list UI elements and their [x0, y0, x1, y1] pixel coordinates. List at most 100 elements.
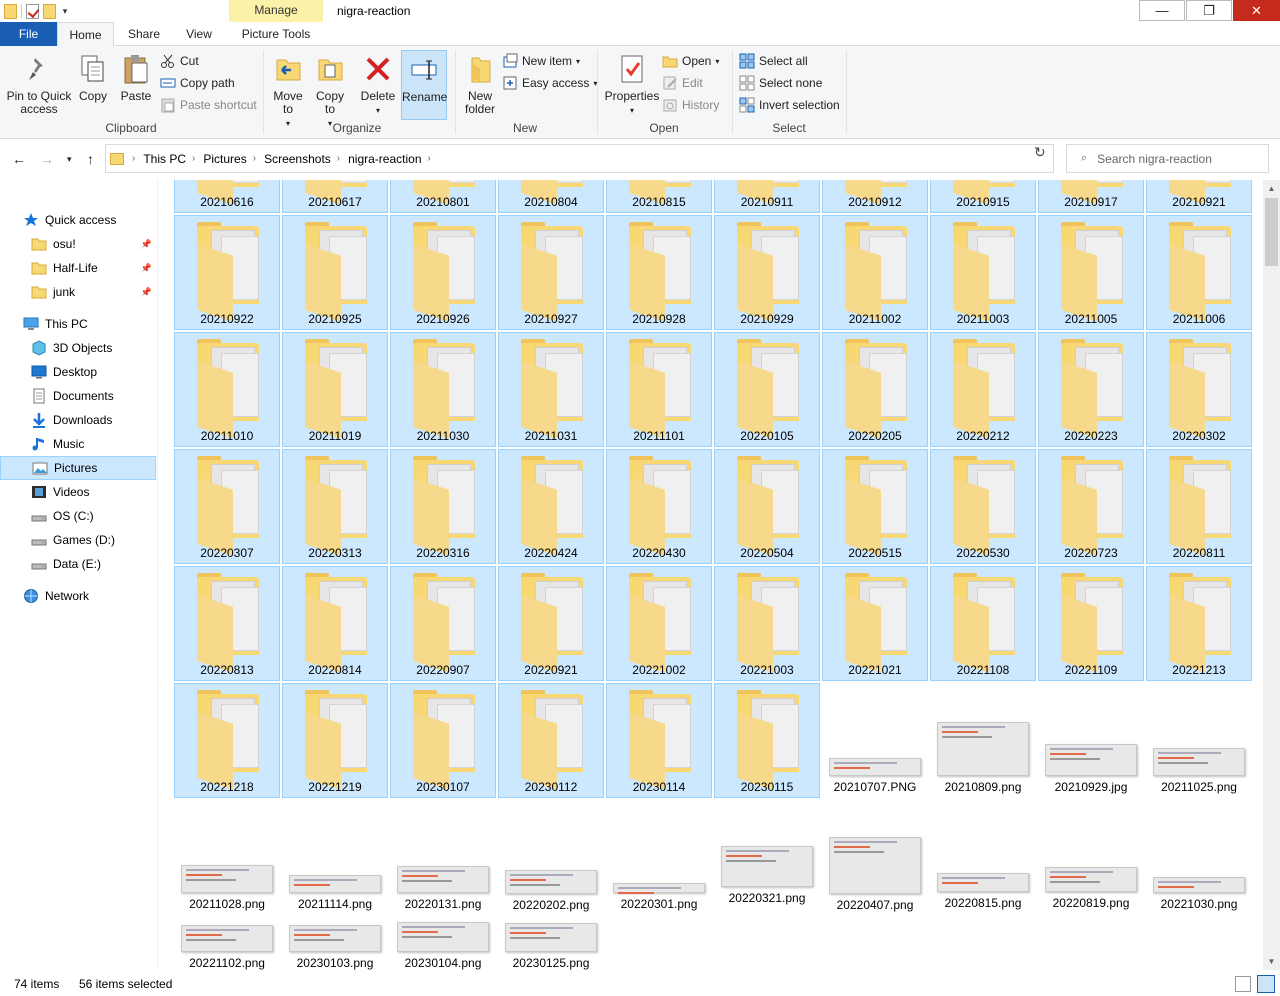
folder-item[interactable]: 20220530: [930, 449, 1036, 564]
nav-item-desktop[interactable]: Desktop: [0, 360, 156, 384]
nav-item-games-d[interactable]: Games (D:): [0, 528, 156, 552]
folder-item[interactable]: 20210915: [930, 180, 1036, 213]
folder-item[interactable]: 20220313: [282, 449, 388, 564]
delete-button[interactable]: Delete ▾: [358, 50, 398, 117]
folder-item[interactable]: 20211003: [930, 215, 1036, 330]
image-file-item[interactable]: 20220131.png: [390, 800, 496, 915]
pin-icon[interactable]: 📌: [141, 239, 152, 250]
nav-item-network[interactable]: Network: [0, 584, 156, 608]
tab-share[interactable]: Share: [114, 22, 174, 46]
folder-item[interactable]: 20220430: [606, 449, 712, 564]
copy-to-button[interactable]: Copy to ▾: [310, 50, 350, 130]
folder-item[interactable]: 20221218: [174, 683, 280, 798]
folder-item[interactable]: 20211010: [174, 332, 280, 447]
folder-item[interactable]: 20221108: [930, 566, 1036, 681]
folder-item[interactable]: 20230115: [714, 683, 820, 798]
chevron-down-icon[interactable]: ▾: [60, 6, 70, 17]
image-file-item[interactable]: 20221102.png: [174, 917, 280, 970]
folder-item[interactable]: 20220205: [822, 332, 928, 447]
new-item-button[interactable]: New item ▾: [502, 51, 580, 71]
details-view-icon[interactable]: [1235, 976, 1251, 992]
scroll-down-icon[interactable]: ▼: [1263, 953, 1280, 970]
folder-item[interactable]: 20211101: [606, 332, 712, 447]
nav-item-this-pc[interactable]: This PC: [0, 312, 156, 336]
copy-button[interactable]: Copy: [74, 50, 112, 103]
image-file-item[interactable]: 20230125.png: [498, 917, 604, 970]
properties-button[interactable]: Properties ▾: [602, 50, 662, 117]
image-file-item[interactable]: 20220815.png: [930, 800, 1036, 915]
chevron-right-icon[interactable]: ›: [192, 153, 195, 164]
folder-item[interactable]: 20210801: [390, 180, 496, 213]
back-arrow-icon[interactable]: ←: [12, 151, 26, 167]
address-box[interactable]: › This PC › Pictures › Screenshots › nig…: [105, 144, 1114, 173]
chevron-right-icon[interactable]: ›: [337, 153, 340, 164]
folder-item[interactable]: 20220424: [498, 449, 604, 564]
invert-selection-button[interactable]: Invert selection: [739, 95, 840, 115]
image-file-item[interactable]: 20221030.png: [1146, 800, 1252, 915]
new-folder-icon[interactable]: [43, 3, 56, 19]
nav-item-junk[interactable]: junk 📌: [0, 280, 156, 304]
image-file-item[interactable]: 20211025.png: [1146, 683, 1252, 798]
maximize-button[interactable]: ❐: [1186, 0, 1232, 21]
scrollbar-thumb[interactable]: [1265, 198, 1278, 266]
folder-item[interactable]: 20221213: [1146, 566, 1252, 681]
nav-item-pictures[interactable]: Pictures: [0, 456, 156, 480]
refresh-icon[interactable]: ↻: [1034, 144, 1046, 161]
select-none-button[interactable]: Select none: [739, 73, 822, 93]
cut-button[interactable]: Cut: [160, 51, 199, 71]
history-button[interactable]: History: [662, 95, 719, 115]
folder-item[interactable]: 20211019: [282, 332, 388, 447]
folder-item[interactable]: 20221219: [282, 683, 388, 798]
rename-button[interactable]: Rename: [401, 50, 447, 120]
folder-item[interactable]: 20210815: [606, 180, 712, 213]
folder-item[interactable]: 20221002: [606, 566, 712, 681]
copy-path-button[interactable]: Copy path: [160, 73, 235, 93]
folder-item[interactable]: 20221021: [822, 566, 928, 681]
folder-item[interactable]: 20220811: [1146, 449, 1252, 564]
folder-item[interactable]: 20210928: [606, 215, 712, 330]
large-icons-view-icon[interactable]: [1257, 975, 1275, 993]
folder-item[interactable]: 20210921: [1146, 180, 1252, 213]
pin-quick-access-button[interactable]: Pin to Quick access: [4, 50, 74, 116]
image-file-item[interactable]: 20210929.jpg: [1038, 683, 1144, 798]
folder-item[interactable]: 20211006: [1146, 215, 1252, 330]
image-file-item[interactable]: 20220321.png: [714, 800, 820, 915]
image-file-item[interactable]: 20220202.png: [498, 800, 604, 915]
forward-arrow-icon[interactable]: →: [40, 151, 54, 167]
breadcrumb-this-pc[interactable]: This PC: [143, 152, 186, 166]
folder-item[interactable]: 20221109: [1038, 566, 1144, 681]
search-input[interactable]: [1097, 151, 1258, 166]
image-file-item[interactable]: 20230104.png: [390, 917, 496, 970]
folder-item[interactable]: 20230107: [390, 683, 496, 798]
properties-check-icon[interactable]: [26, 3, 39, 19]
folder-item[interactable]: 20211002: [822, 215, 928, 330]
search-box[interactable]: ⌕: [1066, 144, 1269, 173]
folder-item[interactable]: 20220907: [390, 566, 496, 681]
image-file-item[interactable]: 20220819.png: [1038, 800, 1144, 915]
open-button[interactable]: Open ▾: [662, 51, 719, 71]
close-button[interactable]: ✕: [1233, 0, 1280, 21]
folder-item[interactable]: 20210912: [822, 180, 928, 213]
paste-button[interactable]: Paste: [116, 50, 156, 103]
image-file-item[interactable]: 20211114.png: [282, 800, 388, 915]
folder-item[interactable]: 20230112: [498, 683, 604, 798]
manage-context-tab[interactable]: Manage: [229, 0, 323, 22]
folder-item[interactable]: 20220307: [174, 449, 280, 564]
folder-item[interactable]: 20221003: [714, 566, 820, 681]
tab-home[interactable]: Home: [57, 22, 114, 47]
breadcrumb-nigra-reaction[interactable]: nigra-reaction: [348, 152, 421, 166]
image-file-item[interactable]: 20220407.png: [822, 800, 928, 915]
folder-item[interactable]: 20220814: [282, 566, 388, 681]
image-file-item[interactable]: 20211028.png: [174, 800, 280, 915]
chevron-right-icon[interactable]: ›: [132, 153, 135, 164]
folder-item[interactable]: 20210929: [714, 215, 820, 330]
chevron-right-icon[interactable]: ›: [428, 153, 431, 164]
image-file-item[interactable]: 20220301.png: [606, 800, 712, 915]
edit-button[interactable]: Edit: [662, 73, 703, 93]
folder-item[interactable]: 20230114: [606, 683, 712, 798]
nav-item-half-life[interactable]: Half-Life 📌: [0, 256, 156, 280]
nav-item-downloads[interactable]: Downloads: [0, 408, 156, 432]
folder-item[interactable]: 20210925: [282, 215, 388, 330]
minimize-button[interactable]: —: [1139, 0, 1185, 21]
nav-item-data-e[interactable]: Data (E:): [0, 552, 156, 576]
